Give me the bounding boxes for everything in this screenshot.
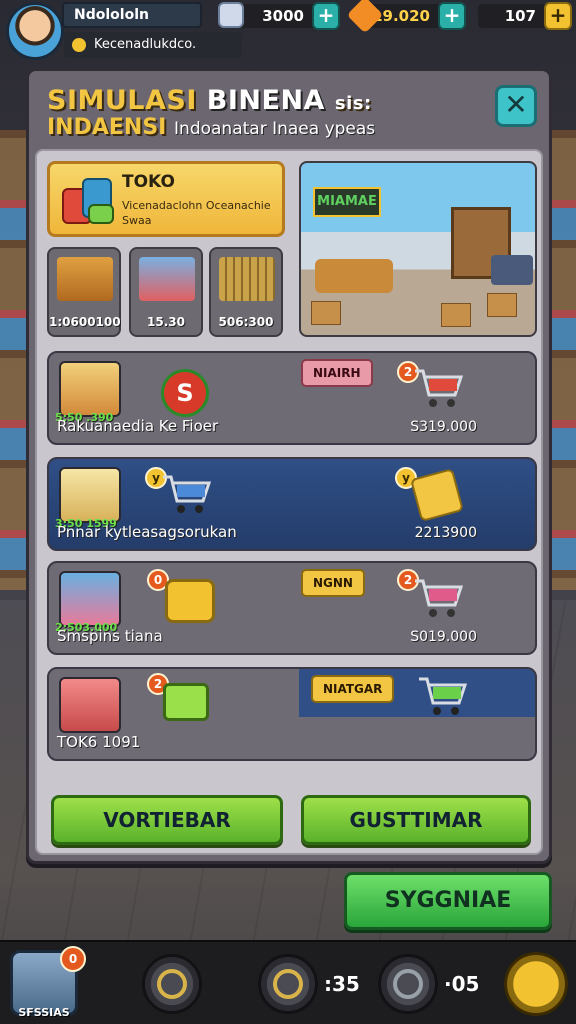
box-icon xyxy=(441,303,471,327)
shop-panel: SIMULASI BINENA sis: INDAENSI Indoanatar… xyxy=(26,68,552,864)
main-action-button[interactable]: SYGGNIAE xyxy=(344,872,552,930)
left-action-button[interactable]: VORTIEBAR xyxy=(51,795,283,845)
resource-gems: 19.020 + xyxy=(346,0,466,34)
resource-energy-value: 3000 xyxy=(262,7,304,25)
home-label: SFSSIAS xyxy=(18,1006,70,1019)
row-price: S319.000 xyxy=(410,419,477,435)
avatar[interactable] xyxy=(6,2,64,60)
mini-item-basket[interactable]: 1:0600100 xyxy=(47,247,121,337)
sale-icon: S xyxy=(161,369,209,417)
row-name: Smspins tiana xyxy=(57,627,163,645)
timer-2: ·05 xyxy=(444,972,480,996)
shop-row[interactable]: 2:503.000 0 NGNN 2 Smspins tiana S019.00… xyxy=(47,561,537,655)
row-price: 2213900 xyxy=(414,525,477,541)
timer-1: :35 xyxy=(324,972,360,996)
mini-item-value: 1:0600100 xyxy=(49,315,121,329)
suitcase-icon xyxy=(165,579,215,623)
crate-icon xyxy=(59,677,121,733)
basket-icon xyxy=(57,257,113,301)
row-price: S019.000 xyxy=(410,629,477,645)
toko-card[interactable]: TOKO Vicenadaclohn Oceanachie Swaa xyxy=(47,161,285,237)
subtitle-word-1: INDAENSI xyxy=(47,115,167,140)
title-word-3: sis: xyxy=(334,93,372,114)
plant-pot-icon xyxy=(59,361,121,417)
shop-content: TOKO Vicenadaclohn Oceanachie Swaa 1:060… xyxy=(35,149,543,855)
row-tag: NGNN xyxy=(301,569,365,597)
shelf-icon xyxy=(139,257,195,301)
register-icon xyxy=(491,255,533,285)
cart-icon xyxy=(163,475,211,513)
panel-title: SIMULASI BINENA sis: xyxy=(47,85,372,116)
shelf-left xyxy=(0,130,28,590)
store-preview-image: MIAMAE xyxy=(299,161,537,337)
box-icon xyxy=(487,293,517,317)
shopping-bag-icon xyxy=(58,174,118,228)
add-level-button[interactable]: + xyxy=(544,2,572,30)
shop-row[interactable]: 5:50 .390 S NIAIRH 2 Rakuanaedia Ke Fioe… xyxy=(47,351,537,445)
cart-icon xyxy=(415,579,463,617)
bread-icon xyxy=(59,467,121,523)
toko-description: Vicenadaclohn Oceanachie Swaa xyxy=(122,199,271,227)
gear-icon xyxy=(393,969,423,999)
resource-level-value: 107 xyxy=(504,7,536,25)
row-name: Pnnar kytleasagsorukan xyxy=(57,523,237,541)
resource-level: 107 + xyxy=(478,2,572,30)
tools-button[interactable] xyxy=(258,954,318,1014)
cart-icon xyxy=(219,257,275,301)
cart-icon xyxy=(419,677,467,715)
tools-icon xyxy=(273,969,303,999)
shop-button[interactable] xyxy=(504,952,568,1016)
cart-icon xyxy=(415,369,463,407)
resource-energy: 3000 + xyxy=(218,2,340,30)
mini-item-value: 15.30 xyxy=(147,315,185,329)
shield-icon xyxy=(157,969,187,999)
shelf-right xyxy=(548,130,576,590)
battery-icon xyxy=(218,2,244,28)
box-icon xyxy=(163,683,209,721)
shop-row[interactable]: 2 NIATGAR TOK6 1091 xyxy=(47,667,537,761)
add-gems-button[interactable]: + xyxy=(438,2,466,30)
player-status: Kecenadlukdco. xyxy=(64,32,242,58)
mini-item-shelf[interactable]: 15.30 xyxy=(129,247,203,337)
box-icon xyxy=(311,301,341,325)
row-tag: NIATGAR xyxy=(311,675,395,703)
bottom-nav: SFSSIAS 0 :35 ·05 xyxy=(0,940,576,1024)
gift-icon xyxy=(59,571,121,627)
row-tag: NIAIRH xyxy=(301,359,373,387)
player-status-text: Kecenadlukdco. xyxy=(94,37,197,52)
coin-icon xyxy=(72,38,86,52)
title-word-1: SIMULASI xyxy=(47,85,197,116)
mini-item-value: 506:300 xyxy=(218,315,274,329)
title-word-2: BINENA xyxy=(206,85,325,116)
sofa-icon xyxy=(315,259,393,293)
row-name: Rakuanaedia Ke Fioer xyxy=(57,417,219,435)
home-badge: 0 xyxy=(60,946,86,972)
toko-title: TOKO xyxy=(122,172,175,192)
shield-button[interactable] xyxy=(142,954,202,1014)
panel-subtitle: INDAENSI Indoanatar Inaea ypeas xyxy=(47,115,375,140)
store-sign: MIAMAE xyxy=(313,187,381,217)
subtitle-word-2: Indoanatar Inaea ypeas xyxy=(174,119,376,139)
settings-button[interactable] xyxy=(378,954,438,1014)
gem-icon xyxy=(346,0,384,34)
close-button[interactable]: ✕ xyxy=(495,85,537,127)
add-energy-button[interactable]: + xyxy=(312,2,340,30)
mini-item-cart[interactable]: 506:300 xyxy=(209,247,283,337)
row-name: TOK6 1091 xyxy=(57,733,141,751)
tag-icon xyxy=(410,468,464,522)
shop-row[interactable]: 3:50 1599 y y Pnnar kytleasagsorukan 221… xyxy=(47,457,537,551)
top-hud: Ndolololn Kecenadlukdco. 3000 + 19.020 +… xyxy=(0,0,576,62)
player-name: Ndolololn xyxy=(62,2,202,28)
right-action-button[interactable]: GUSTTIMAR xyxy=(301,795,531,845)
